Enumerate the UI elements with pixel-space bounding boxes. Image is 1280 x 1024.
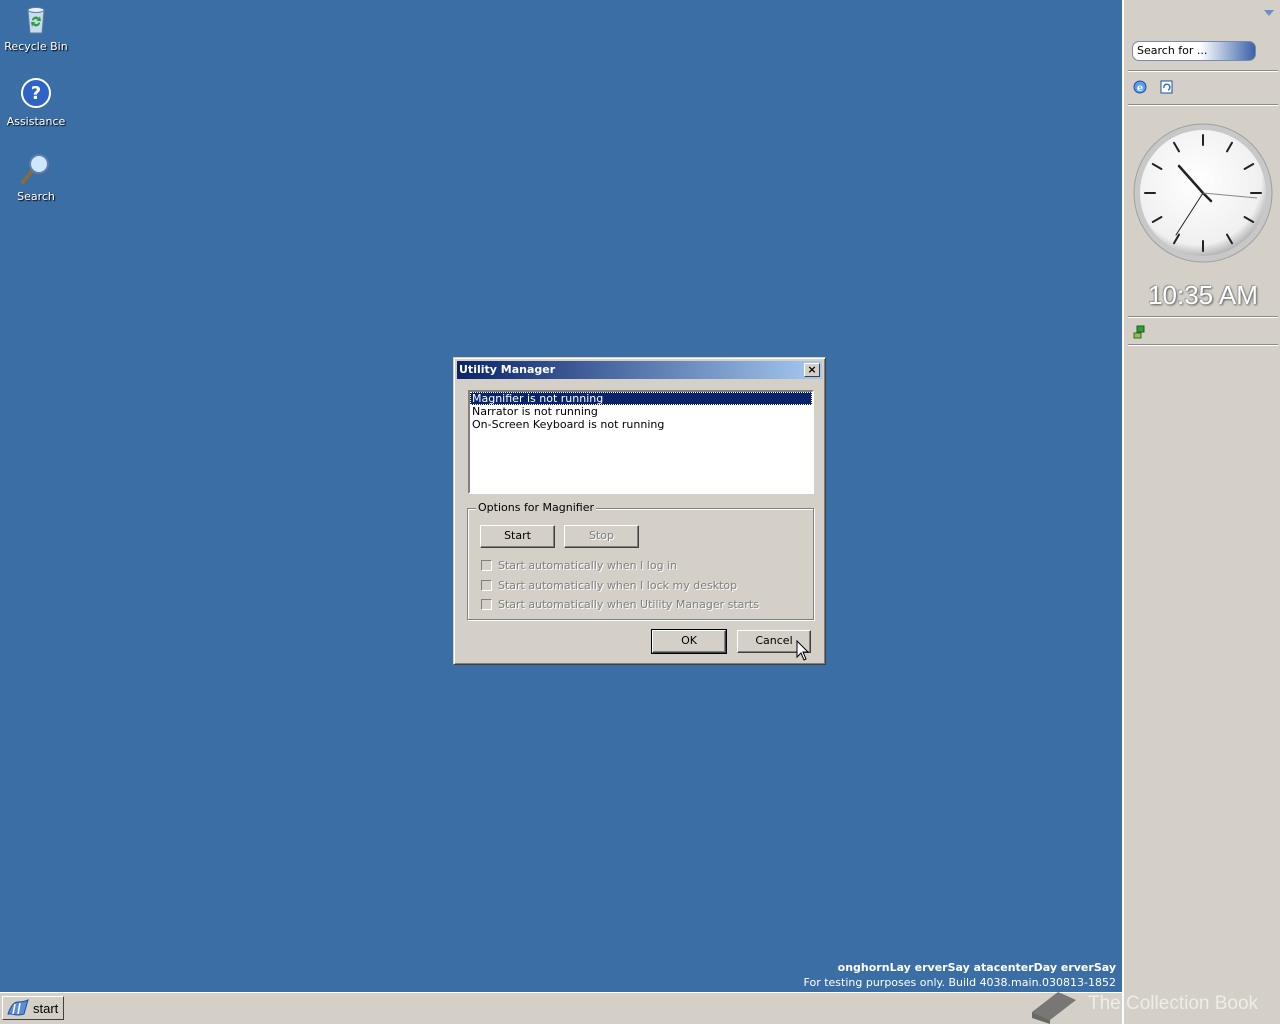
mouse-cursor-icon [796,640,810,661]
desktop-icon-recycle-bin[interactable]: Recycle Bin [0,2,72,53]
dialog-title: Utility Manager [459,363,556,376]
search-icon [21,154,49,184]
ok-button[interactable]: OK [651,629,727,654]
checkbox-lock-label: Start automatically when I lock my deskt… [498,579,738,592]
sidebar-divider [1128,316,1278,318]
stop-button[interactable]: Stop [564,525,639,548]
checkbox-login[interactable] [481,560,492,571]
network-tray-icon[interactable] [1132,324,1148,340]
options-group-label: Options for Magnifier [476,501,597,514]
clock-time: 10:35 AM [1148,280,1258,310]
dialog-titlebar[interactable]: Utility Manager × [457,361,822,379]
list-item-narrator[interactable]: Narrator is not running [470,405,812,418]
utility-listbox[interactable]: Magnifier is not running Narrator is not… [468,390,814,494]
close-icon: × [807,363,817,376]
windows-flag-icon [7,999,29,1016]
sidebar-divider [1128,70,1278,72]
desktop-icon-search[interactable]: Search [0,152,72,203]
book-icon [1032,992,1076,1024]
checkbox-row-utilman[interactable]: Start automatically when Utility Manager… [481,598,759,611]
list-item-magnifier[interactable]: Magnifier is not running [470,392,812,405]
taskbar: start [0,992,1122,1024]
refresh-page-icon[interactable] [1159,79,1175,95]
start-button[interactable]: start [2,996,64,1020]
desktop-icon-assistance[interactable]: ? Assistance [0,77,72,128]
internet-explorer-icon[interactable]: e [1132,79,1148,95]
watermark-text: The Collection Book [1088,993,1259,1014]
sidebar-divider [1128,104,1278,106]
start-button[interactable]: Start [480,525,555,548]
sidebar-divider [1128,344,1278,346]
desktop-icon-label: Assistance [6,115,66,128]
utility-manager-dialog: Utility Manager × Magnifier is not runni… [453,357,826,665]
checkbox-login-label: Start automatically when I log in [498,559,678,572]
recycle-bin-icon [27,7,45,34]
close-button[interactable]: × [804,363,820,377]
watermark: The Collection Book [1028,984,1258,1024]
checkbox-row-login[interactable]: Start automatically when I log in [481,559,677,572]
checkbox-utilman-label: Start automatically when Utility Manager… [498,598,759,611]
svg-text:?: ? [31,83,41,104]
options-groupbox: Options for Magnifier Start Stop Start a… [467,501,814,620]
sidebar: Search for ... e 10:35 AM [1122,0,1280,1024]
desktop-icon-label: Search [17,190,55,203]
checkbox-utilman[interactable] [481,599,492,610]
desktop-icon-label: Recycle Bin [4,40,68,53]
sidebar-search-input[interactable]: Search for ... [1132,41,1256,61]
svg-text:e: e [1137,83,1143,94]
analog-clock [1133,123,1273,263]
list-item-onscreen-keyboard[interactable]: On-Screen Keyboard is not running [470,418,812,431]
sidebar-menu-arrow-icon[interactable] [1264,10,1274,16]
checkbox-lock[interactable] [481,580,492,591]
build-info-title: onghornLay erverSay atacenterDay erverSa… [837,961,1116,974]
start-label: start [33,1000,59,1016]
checkbox-row-lock[interactable]: Start automatically when I lock my deskt… [481,579,737,592]
help-icon: ? [21,78,51,108]
